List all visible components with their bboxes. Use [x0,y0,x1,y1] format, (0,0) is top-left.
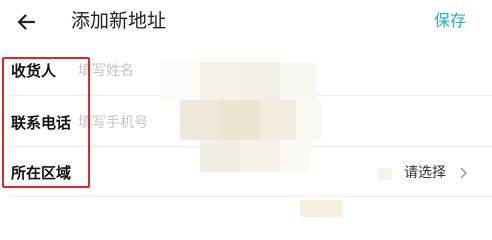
arrow-left-icon [17,14,36,30]
recipient-name-input[interactable] [78,58,378,84]
save-button[interactable]: 保存 [434,10,466,32]
highlight-box [2,57,90,188]
chevron-right-icon [460,167,470,179]
region-select[interactable]: 请选择 [404,162,470,184]
region-select-text: 请选择 [404,165,446,181]
divider [10,196,492,197]
page-title: 添加新地址 [71,10,167,32]
top-bar: 添加新地址 保存 [0,0,492,44]
mosaic-tile [300,200,342,217]
phone-number-input[interactable] [78,110,378,136]
back-button[interactable] [10,6,42,38]
